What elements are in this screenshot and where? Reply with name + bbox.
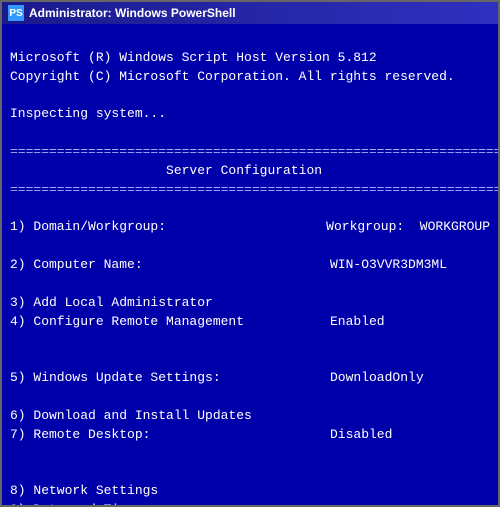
item7-label: 7) Remote Desktop: (10, 426, 330, 445)
item2-value: WIN-O3VVR3DM3ML (330, 256, 490, 275)
line-blank1 (10, 88, 18, 103)
terminal-output[interactable]: Microsoft (R) Windows Script Host Versio… (2, 24, 498, 505)
menu-item-5: 5) Windows Update Settings: DownloadOnly (10, 369, 490, 388)
line-blank3 (10, 201, 18, 216)
item8-label: 8) Network Settings (10, 483, 158, 498)
menu-item-7: 7) Remote Desktop: Disabled (10, 426, 490, 445)
item1-label: 1) Domain/Workgroup: (10, 218, 326, 237)
line-blank5 (10, 464, 18, 479)
line-blank2 (10, 125, 18, 140)
menu-item-1: 1) Domain/Workgroup: Workgroup: WORKGROU… (10, 218, 490, 237)
separator-top: ========================================… (10, 144, 498, 159)
item3-label: 3) Add Local Administrator (10, 295, 213, 310)
item5-label: 5) Windows Update Settings: (10, 369, 330, 388)
separator-bottom: ========================================… (10, 182, 498, 197)
menu-item-4: 4) Configure Remote Management Enabled (10, 313, 490, 332)
item6-label: 6) Download and Install Updates (10, 408, 252, 423)
item4-value: Enabled (330, 313, 490, 332)
item2-label: 2) Computer Name: (10, 256, 330, 275)
window-title: Administrator: Windows PowerShell (29, 6, 236, 20)
line-blank4 (10, 351, 18, 366)
item7-value: Disabled (330, 426, 490, 445)
line-copyright1: Microsoft (R) Windows Script Host Versio… (10, 50, 377, 65)
item1-value: Workgroup: WORKGROUP (326, 218, 490, 237)
title-bar: PS Administrator: Windows PowerShell (2, 2, 498, 24)
menu-item-2: 2) Computer Name: WIN-O3VVR3DM3ML (10, 256, 490, 275)
powershell-window: PS Administrator: Windows PowerShell Mic… (0, 0, 500, 507)
section-header: Server Configuration (10, 163, 322, 178)
line-inspecting: Inspecting system... (10, 106, 166, 121)
window-icon: PS (8, 5, 24, 21)
item5-value: DownloadOnly (330, 369, 490, 388)
line-copyright2: Copyright (C) Microsoft Corporation. All… (10, 69, 455, 84)
item4-label: 4) Configure Remote Management (10, 313, 330, 332)
item9-label: 9) Date and Time (10, 502, 135, 505)
